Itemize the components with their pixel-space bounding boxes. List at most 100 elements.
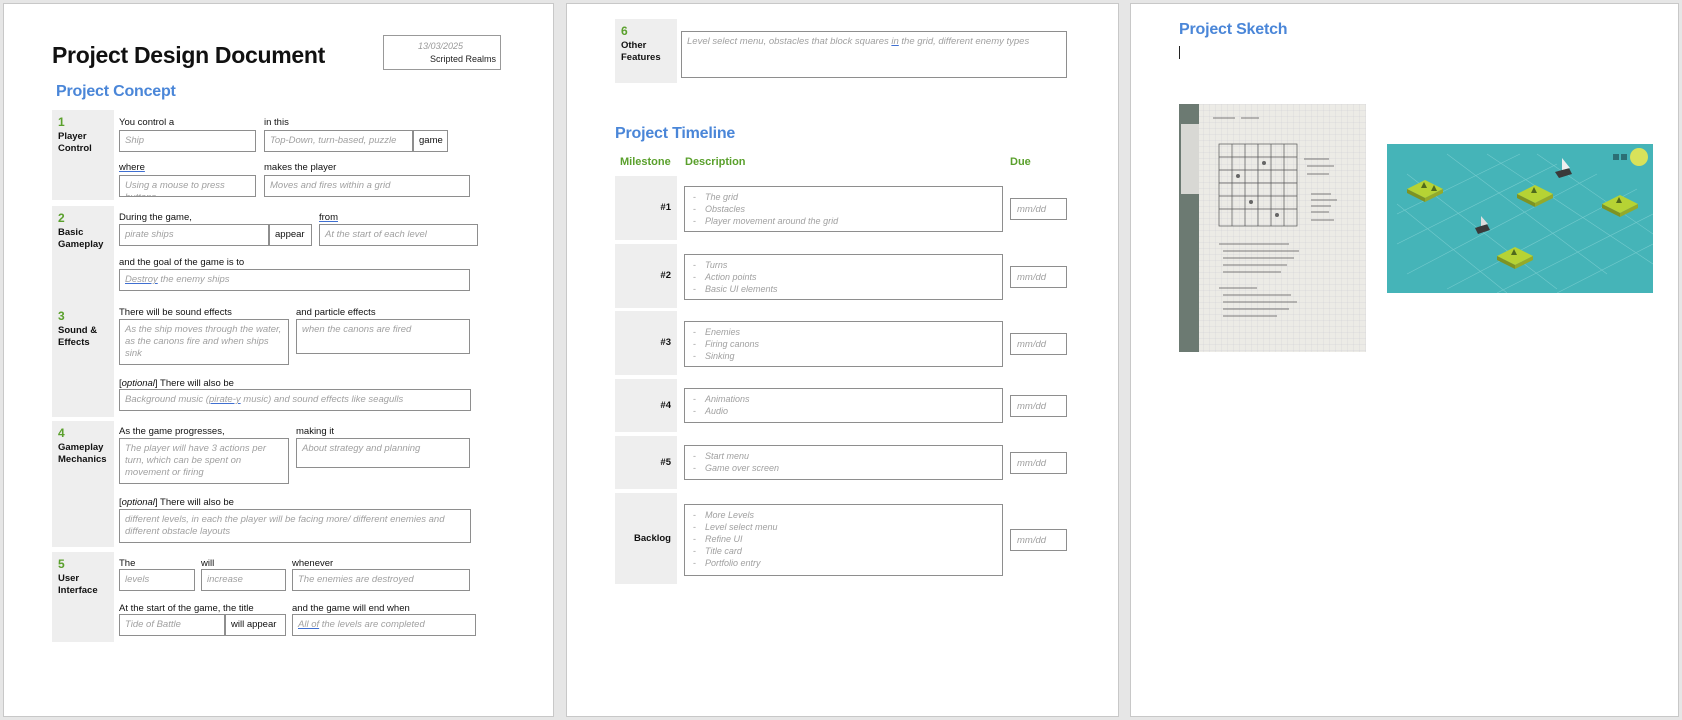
field-sound-effects[interactable]: As the ship moves through the water, as …: [119, 319, 289, 365]
field-other-features[interactable]: Level select menu, obstacles that block …: [681, 31, 1067, 78]
section-caption: Player Control: [58, 131, 92, 154]
label-goal-of-game: and the goal of the game is to: [119, 257, 245, 268]
field-game-goal[interactable]: Destroy the enemy ships: [119, 269, 470, 291]
list-dash: -: [693, 327, 696, 337]
milestone-label-cell: #3: [615, 311, 677, 375]
field-ui-change[interactable]: increase: [201, 569, 286, 591]
field-player-action[interactable]: Moves and fires within a grid: [264, 175, 470, 197]
bracket-close-text: ] There will also be: [154, 497, 234, 508]
document-page-2: 6 Other Features Level select menu, obst…: [566, 3, 1119, 717]
field-making-it[interactable]: About strategy and planning: [296, 438, 470, 468]
list-dash: -: [693, 558, 696, 568]
list-item-text: Portfolio entry: [705, 558, 761, 568]
sketch-photo-image[interactable]: [1179, 104, 1366, 352]
optional-word: optional: [121, 497, 155, 508]
list-dash: -: [693, 394, 696, 404]
milestone-due-date-field[interactable]: mm/dd: [1010, 529, 1067, 551]
column-header-milestone: Milestone: [620, 156, 671, 168]
list-item-text: Animations: [705, 394, 750, 404]
project-sketch-heading: Project Sketch: [1179, 21, 1288, 38]
milestone-label-cell: #5: [615, 436, 677, 489]
field-what-appears[interactable]: pirate ships: [119, 224, 269, 246]
project-timeline-heading: Project Timeline: [615, 125, 736, 142]
field-input-method[interactable]: Using a mouse to press buttons: [119, 175, 256, 197]
description-list-item: - Obstacles: [693, 203, 994, 215]
list-dash: -: [693, 260, 696, 270]
word-appear: appear: [269, 224, 312, 246]
goal-verb: Destroy: [125, 274, 158, 285]
field-game-end-condition[interactable]: All of the levels are completed: [292, 614, 476, 636]
end-text-underlined: All of: [298, 619, 320, 630]
milestone-due-date-field[interactable]: mm/dd: [1010, 198, 1067, 220]
list-item-text: Basic UI elements: [705, 284, 778, 294]
isometric-game-scene: [1387, 144, 1653, 293]
field-ui-element[interactable]: levels: [119, 569, 195, 591]
section-6-label-cell: 6 Other Features: [615, 19, 677, 83]
label-will: will: [201, 558, 215, 569]
section-caption: Sound & Effects: [58, 325, 98, 348]
milestone-description-field[interactable]: - More Levels - Level select menu - Refine UI…: [684, 504, 1003, 576]
list-item-text: Sinking: [705, 351, 735, 361]
description-list-item: - More Levels: [693, 509, 994, 521]
list-dash: -: [693, 351, 696, 361]
section-2-label-cell: 2 Basic Gameplay: [52, 206, 114, 306]
project-concept-heading: Project Concept: [56, 83, 176, 100]
section-3-label-cell: 3 Sound & Effects: [52, 304, 114, 417]
milestone-description-field[interactable]: - Animations - Audio: [684, 388, 1003, 423]
document-page-1: Project Design Document 13/03/2025 Scrip…: [3, 3, 554, 717]
label-whenever: whenever: [292, 558, 334, 569]
label-title-appears: At the start of the game, the title: [119, 603, 254, 614]
description-list-item: - Level select menu: [693, 521, 994, 533]
list-dash: -: [693, 546, 696, 556]
section-number: 4: [58, 426, 65, 440]
milestone-due-date-field[interactable]: mm/dd: [1010, 394, 1067, 417]
game-screenshot-image[interactable]: [1387, 144, 1653, 293]
milestone-description-field[interactable]: - Turns - Action points - Basic UI elements: [684, 254, 1003, 300]
milestone-due-date-field[interactable]: mm/dd: [1010, 266, 1067, 288]
label-during-the-game: During the game,: [119, 212, 192, 223]
document-page-3: Project Sketch: [1130, 3, 1679, 717]
milestone-description-field[interactable]: - The grid - Obstacles - Player movement arou…: [684, 186, 1003, 232]
section-number: 5: [58, 557, 65, 571]
list-item-text: Start menu: [705, 451, 750, 461]
section-number: 1: [58, 115, 65, 129]
field-progression[interactable]: The player will have 3 actions per turn,…: [119, 438, 289, 484]
field-ui-trigger[interactable]: The enemies are destroyed: [292, 569, 470, 591]
milestone-description-field[interactable]: - Start menu - Game over screen: [684, 445, 1003, 480]
label-from: from: [319, 212, 338, 223]
field-player-control-object[interactable]: Ship: [119, 130, 256, 152]
milestone-due-date-field[interactable]: mm/dd: [1010, 451, 1067, 474]
milestone-label-cell: #4: [615, 379, 677, 432]
list-dash: -: [693, 192, 696, 202]
list-item-text: Player movement around the grid: [705, 216, 839, 226]
description-list-item: - Refine UI: [693, 533, 994, 545]
field-optional-mechanics[interactable]: different levels, in each the player wil…: [119, 509, 471, 543]
field-particle-effects[interactable]: when the canons are fired: [296, 319, 470, 354]
field-optional-audio[interactable]: Background music (pirate-y music) and so…: [119, 389, 471, 411]
description-list-item: - Turns: [693, 259, 994, 271]
list-item-text: Level select menu: [705, 522, 778, 532]
features-text-end: the grid, different enemy types: [898, 36, 1030, 47]
audio-text-start: Background music (: [125, 394, 209, 405]
milestone-due-date-field[interactable]: mm/dd: [1010, 333, 1067, 355]
label-the: The: [119, 558, 136, 569]
features-text-start: Level select menu, obstacles that block …: [687, 36, 892, 47]
label-as-game-progresses: As the game progresses,: [119, 426, 225, 437]
label-making-it: making it: [296, 426, 335, 437]
milestone-description-field[interactable]: - Enemies - Firing canons - Sinking: [684, 321, 1003, 367]
notebook-sketch-drawing: [1179, 104, 1366, 352]
description-list-item: - Title card: [693, 545, 994, 557]
column-header-description: Description: [685, 156, 746, 168]
features-text-underlined: in: [891, 36, 899, 47]
list-dash: -: [693, 451, 696, 461]
section-number: 3: [58, 309, 65, 323]
field-genre[interactable]: Top-Down, turn-based, puzzle: [264, 130, 413, 152]
list-item-text: The grid: [705, 192, 739, 202]
list-dash: -: [693, 204, 696, 214]
field-game-title[interactable]: Tide of Battle: [119, 614, 225, 636]
field-appear-from[interactable]: At the start of each level: [319, 224, 478, 246]
description-list-item: - Game over screen: [693, 462, 994, 474]
header-info-box[interactable]: 13/03/2025 Scripted Realms: [383, 35, 501, 70]
word-game: game: [413, 130, 448, 152]
section-4-label-cell: 4 Gameplay Mechanics: [52, 421, 114, 547]
